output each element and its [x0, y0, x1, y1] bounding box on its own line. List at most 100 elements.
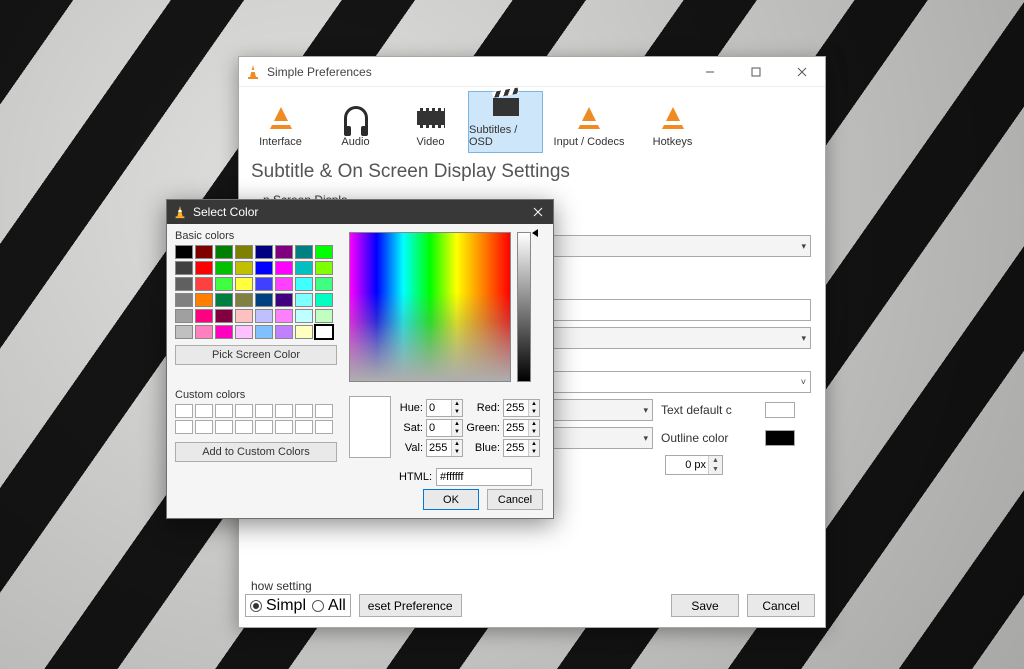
- basic-color-swatch[interactable]: [215, 245, 233, 259]
- cancel-button[interactable]: Cancel: [747, 594, 815, 617]
- close-button[interactable]: [529, 203, 547, 221]
- basic-color-swatch[interactable]: [175, 309, 193, 323]
- basic-color-swatch[interactable]: [255, 261, 273, 275]
- basic-color-swatch[interactable]: [295, 293, 313, 307]
- spinner-down-icon[interactable]: ▼: [451, 448, 462, 456]
- basic-color-swatch[interactable]: [215, 325, 233, 339]
- basic-color-swatch[interactable]: [255, 309, 273, 323]
- radio-all[interactable]: [312, 600, 324, 612]
- green-input[interactable]: ▲▼: [503, 419, 540, 437]
- basic-color-swatch[interactable]: [295, 325, 313, 339]
- basic-color-swatch[interactable]: [275, 245, 293, 259]
- spinner-up-icon[interactable]: ▲: [528, 420, 539, 428]
- spinner-up-icon[interactable]: ▲: [451, 420, 462, 428]
- maximize-button[interactable]: [733, 57, 779, 87]
- basic-color-swatch[interactable]: [295, 277, 313, 291]
- basic-color-swatch[interactable]: [235, 245, 253, 259]
- red-input[interactable]: ▲▼: [503, 399, 540, 417]
- basic-color-swatch[interactable]: [315, 325, 333, 339]
- basic-color-swatch[interactable]: [175, 277, 193, 291]
- basic-color-swatch[interactable]: [315, 293, 333, 307]
- spinner-down-icon[interactable]: ▼: [528, 448, 539, 456]
- custom-color-slot[interactable]: [315, 420, 333, 434]
- basic-color-swatch[interactable]: [175, 245, 193, 259]
- basic-color-swatch[interactable]: [295, 261, 313, 275]
- basic-color-swatch[interactable]: [215, 277, 233, 291]
- tab-audio[interactable]: Audio: [318, 91, 393, 153]
- radio-simple[interactable]: [250, 600, 262, 612]
- basic-color-swatch[interactable]: [255, 325, 273, 339]
- basic-color-swatch[interactable]: [255, 277, 273, 291]
- sat-input[interactable]: ▲▼: [426, 419, 463, 437]
- pick-screen-color-button[interactable]: Pick Screen Color: [175, 345, 337, 365]
- spinner-down-icon[interactable]: ▼: [451, 428, 462, 436]
- blue-input[interactable]: ▲▼: [503, 439, 540, 457]
- custom-color-slot[interactable]: [195, 404, 213, 418]
- custom-color-slot[interactable]: [175, 420, 193, 434]
- basic-color-swatch[interactable]: [315, 245, 333, 259]
- add-to-custom-colors-button[interactable]: Add to Custom Colors: [175, 442, 337, 462]
- custom-color-slot[interactable]: [295, 404, 313, 418]
- basic-color-swatch[interactable]: [175, 293, 193, 307]
- basic-color-swatch[interactable]: [175, 325, 193, 339]
- custom-color-slot[interactable]: [275, 404, 293, 418]
- basic-color-swatch[interactable]: [235, 277, 253, 291]
- basic-color-swatch[interactable]: [235, 293, 253, 307]
- px-spinner[interactable]: ▲▼: [665, 455, 723, 475]
- basic-color-swatch[interactable]: [315, 261, 333, 275]
- custom-color-slot[interactable]: [215, 420, 233, 434]
- basic-color-swatch[interactable]: [195, 309, 213, 323]
- basic-color-swatch[interactable]: [235, 325, 253, 339]
- save-button[interactable]: Save: [671, 594, 739, 617]
- spinner-down-icon[interactable]: ▼: [528, 428, 539, 436]
- cancel-button[interactable]: Cancel: [487, 489, 543, 510]
- basic-color-swatch[interactable]: [215, 309, 233, 323]
- close-button[interactable]: [779, 57, 825, 87]
- val-input[interactable]: ▲▼: [426, 439, 463, 457]
- tab-subtitles-osd[interactable]: Subtitles / OSD: [468, 91, 543, 153]
- tab-video[interactable]: Video: [393, 91, 468, 153]
- basic-color-swatch[interactable]: [235, 261, 253, 275]
- spinner-down-icon[interactable]: ▼: [528, 408, 539, 416]
- ok-button[interactable]: OK: [423, 489, 479, 510]
- basic-color-swatch[interactable]: [195, 245, 213, 259]
- px-value[interactable]: [666, 456, 708, 474]
- basic-color-swatch[interactable]: [275, 325, 293, 339]
- minimize-button[interactable]: [687, 57, 733, 87]
- custom-color-slot[interactable]: [255, 404, 273, 418]
- outline-color-swatch[interactable]: [765, 430, 795, 446]
- basic-color-swatch[interactable]: [315, 277, 333, 291]
- basic-color-swatch[interactable]: [295, 245, 313, 259]
- reset-preferences-button[interactable]: eset Preference: [359, 594, 462, 617]
- basic-color-swatch[interactable]: [195, 277, 213, 291]
- basic-color-swatch[interactable]: [275, 309, 293, 323]
- tab-hotkeys[interactable]: Hotkeys: [635, 91, 710, 153]
- spinner-up-icon[interactable]: ▲: [528, 440, 539, 448]
- text-default-color-swatch[interactable]: [765, 402, 795, 418]
- basic-color-swatch[interactable]: [195, 325, 213, 339]
- custom-color-slot[interactable]: [275, 420, 293, 434]
- basic-color-swatch[interactable]: [175, 261, 193, 275]
- basic-color-swatch[interactable]: [275, 261, 293, 275]
- basic-color-swatch[interactable]: [235, 309, 253, 323]
- value-slider[interactable]: [517, 232, 531, 382]
- basic-color-swatch[interactable]: [215, 261, 233, 275]
- tab-input-codecs[interactable]: Input / Codecs: [543, 91, 635, 153]
- basic-color-swatch[interactable]: [215, 293, 233, 307]
- html-color-input[interactable]: [436, 468, 532, 486]
- custom-color-slot[interactable]: [175, 404, 193, 418]
- custom-color-slot[interactable]: [195, 420, 213, 434]
- spinner-down-icon[interactable]: ▼: [451, 408, 462, 416]
- spinner-down-icon[interactable]: ▼: [708, 465, 722, 474]
- spinner-up-icon[interactable]: ▲: [708, 456, 722, 465]
- spinner-up-icon[interactable]: ▲: [528, 400, 539, 408]
- basic-color-swatch[interactable]: [195, 261, 213, 275]
- custom-color-slot[interactable]: [235, 420, 253, 434]
- custom-color-slot[interactable]: [215, 404, 233, 418]
- basic-color-swatch[interactable]: [275, 277, 293, 291]
- custom-color-slot[interactable]: [235, 404, 253, 418]
- hue-input[interactable]: ▲▼: [426, 399, 463, 417]
- basic-color-swatch[interactable]: [195, 293, 213, 307]
- spinner-up-icon[interactable]: ▲: [451, 400, 462, 408]
- tab-interface[interactable]: Interface: [243, 91, 318, 153]
